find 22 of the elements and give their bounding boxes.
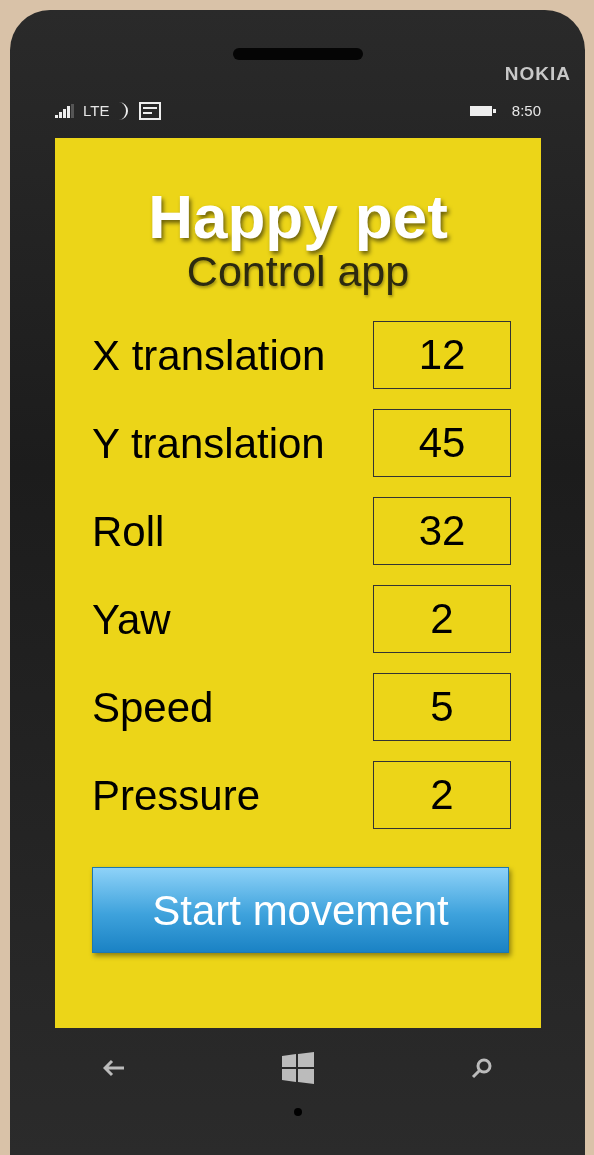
field-label: Roll: [92, 506, 165, 557]
search-icon[interactable]: [471, 1057, 493, 1079]
field-label: Y translation: [92, 418, 325, 469]
input-field[interactable]: 5: [373, 673, 511, 742]
signal-icon: [55, 103, 75, 118]
back-icon[interactable]: [103, 1059, 125, 1077]
field-label: Yaw: [92, 594, 171, 645]
field-label: Pressure: [92, 770, 261, 821]
field-label: X translation: [92, 330, 326, 381]
network-label: LTE: [83, 100, 110, 121]
input-field[interactable]: 2: [373, 585, 511, 654]
battery-icon: [469, 104, 496, 117]
input-field[interactable]: 32: [373, 497, 511, 566]
brand-logo: NOKIA: [504, 62, 571, 86]
windows-icon[interactable]: [282, 1052, 314, 1084]
input-field[interactable]: 12: [373, 321, 511, 390]
input-field[interactable]: 45: [373, 409, 511, 478]
input-field[interactable]: 2: [373, 761, 511, 830]
clock-time: 8:50: [511, 100, 541, 121]
field-label: Speed: [92, 682, 214, 733]
message-icon: [139, 101, 162, 120]
sensor-dot: [294, 1108, 302, 1116]
